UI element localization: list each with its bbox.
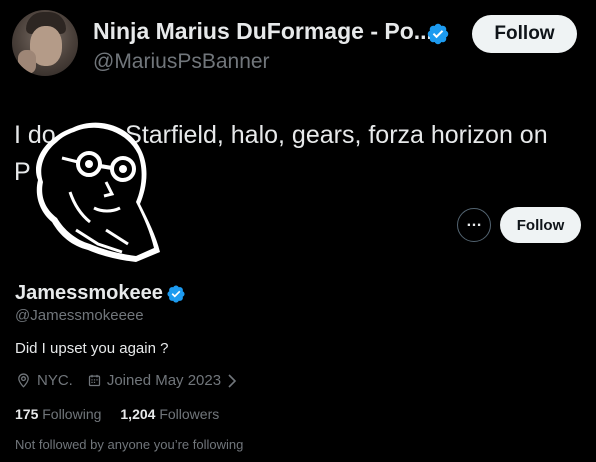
display-name[interactable]: Jamessmokeee [15, 282, 163, 305]
following-count: 175 [15, 406, 43, 422]
chevron-right-icon [228, 373, 237, 388]
profile-stats: 175 Following 1,204 Followers [15, 406, 238, 422]
verified-badge-icon [167, 284, 185, 303]
verified-badge-icon [427, 23, 449, 45]
profile-handle[interactable]: @Jamessmokeeee [15, 307, 144, 324]
profile-name-row: Jamessmokeee [15, 282, 186, 305]
location-pin-icon [18, 373, 29, 388]
following-stat[interactable]: 175 Following [15, 406, 101, 422]
profile-meta-row: NYC. Joined May 2023 [15, 372, 238, 389]
not-followed-notice: Not followed by anyone you’re following [15, 437, 244, 452]
followers-stat[interactable]: 1,204 Followers [120, 406, 219, 422]
background-author-name[interactable]: Ninja Marius DuFormage - Po... [93, 18, 433, 45]
followers-count: 1,204 [120, 406, 160, 422]
background-author-avatar[interactable] [12, 10, 78, 76]
background-author-handle[interactable]: @MariusPsBanner [93, 50, 270, 74]
location-text: NYC. [37, 372, 73, 389]
joined-item[interactable]: Joined May 2023 [87, 372, 238, 389]
background-follow-button[interactable]: Follow [472, 15, 577, 53]
joined-text: Joined May 2023 [106, 372, 222, 389]
more-options-button[interactable]: … [457, 208, 491, 242]
calendar-icon [88, 374, 100, 387]
profile-bio: Did I upset you again ? [15, 340, 169, 357]
profile-avatar[interactable] [10, 112, 170, 272]
ellipsis-icon: … [466, 213, 482, 230]
location-item: NYC. [15, 372, 73, 389]
follow-button[interactable]: Follow [500, 207, 581, 243]
following-label: Following [42, 406, 102, 422]
followers-label: Followers [159, 406, 220, 422]
